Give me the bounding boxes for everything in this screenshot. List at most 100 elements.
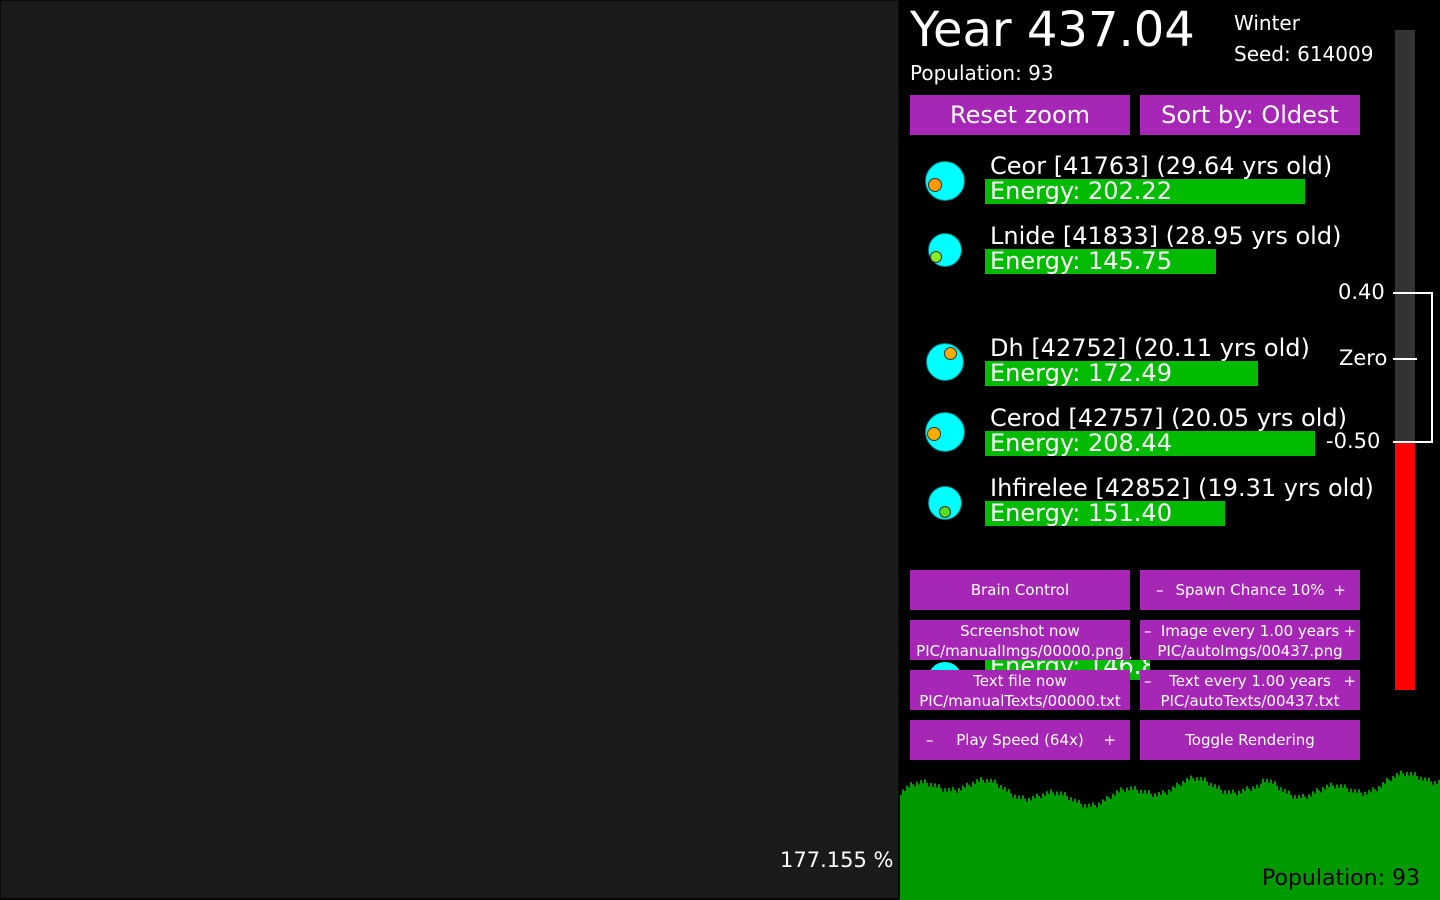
population-bar [1082,807,1084,900]
creature-list-item[interactable]: Ceor [41763] (29.64 yrs old) Energy: 202… [900,150,1360,220]
spawn-chance-increase-button[interactable]: + [1333,570,1346,610]
population-bar [1040,798,1042,900]
population-bar [1128,790,1130,900]
population-bar [1124,792,1126,900]
population-bar [932,786,934,900]
creature-list-item[interactable]: Lnide [41833] (28.95 yrs old) Energy: 14… [900,220,1360,290]
population-bar [1042,793,1044,900]
energy-label: Energy: 145.75 [990,247,1172,275]
population-bar [1232,789,1234,900]
image-interval-increase-button[interactable]: + [1343,621,1356,641]
population-bar [1008,788,1010,900]
population-bar [1014,794,1016,900]
population-bar [1424,777,1426,900]
play-speed-increase-button[interactable]: + [1103,720,1116,760]
population-bar [1198,780,1200,900]
population-bar [1136,789,1138,900]
toggle-rendering-button[interactable]: Toggle Rendering [1140,720,1360,760]
brain-control-button[interactable]: Brain Control [910,570,1130,610]
population-bar [960,790,962,900]
creature-body-icon [926,343,964,381]
creature-list-item[interactable]: Ihfirelee [42852] (19.31 yrs old) Energy… [900,472,1374,542]
population-bar [970,786,972,900]
population-bar [1054,795,1056,900]
population-bar [1224,790,1226,900]
population-bar [1196,777,1198,900]
population-bar [1228,790,1230,900]
population-bar [920,780,922,900]
scale-label-zero: Zero [1339,346,1388,370]
population-bar [1092,802,1094,900]
population-bar [1004,787,1006,900]
population-bar [1050,789,1052,900]
world-view[interactable] [0,0,899,899]
population-bar [1024,798,1026,900]
population-bar [1216,788,1218,900]
population-bar [988,782,990,900]
energy-label: Energy: 202.22 [990,177,1172,205]
text-file-now-button[interactable]: Text file now PIC/manualTexts/00000.txt [910,670,1130,710]
population-bar [1016,798,1018,900]
population-bar [1434,780,1436,900]
screenshot-now-button[interactable]: Screenshot now PIC/manualImgs/00000.png [910,620,1130,660]
population-bar [1212,787,1214,900]
population-bar [972,781,974,900]
population-bar [964,787,966,900]
creature-body-icon [925,412,965,452]
play-speed-decrease-button[interactable]: – [926,720,934,760]
population-bar [914,786,916,900]
image-interval-control[interactable]: – Image every 1.00 years + PIC/autoImgs/… [1140,620,1360,660]
reset-zoom-button[interactable]: Reset zoom [910,95,1130,135]
population-bar [1064,792,1066,900]
scale-label-lower: -0.50 [1326,429,1381,453]
scale-bracket [1431,292,1433,443]
population-bar [1114,795,1116,900]
brain-control-label: Brain Control [970,581,1070,599]
population-bar [1172,786,1174,900]
population-bar [1430,781,1432,900]
creature-body-icon [928,233,962,267]
population-bar [1068,800,1070,900]
population-bar [1086,807,1088,900]
sort-by-button[interactable]: Sort by: Oldest [1140,95,1360,135]
spawn-chance-control[interactable]: – Spawn Chance 10% + [1140,570,1360,610]
play-speed-control[interactable]: – Play Speed (64x) + [910,720,1130,760]
population-bar [1166,794,1168,900]
population-bar [1150,793,1152,900]
population-bar [976,779,978,900]
population-bar [980,777,982,900]
population-bar [1048,793,1050,900]
population-bar [1200,776,1202,900]
population-bar [1074,798,1076,900]
population-bar [992,782,994,900]
text-interval-decrease-button[interactable]: – [1144,671,1152,691]
population-bar [910,782,912,900]
population-bar [950,791,952,900]
population-bar [1062,795,1064,900]
creature-body-icon [925,161,965,201]
text-interval-increase-button[interactable]: + [1343,671,1356,691]
text-interval-control[interactable]: – Text every 1.00 years + PIC/autoTexts/… [1140,670,1360,710]
population-bar [904,791,906,900]
image-interval-decrease-button[interactable]: – [1144,621,1152,641]
text-file-now-label: Text file now [973,672,1067,690]
population-bar [1000,785,1002,900]
creature-list-item[interactable]: Cerod [42757] (20.05 yrs old) Energy: 20… [900,402,1360,472]
population-bar [946,791,948,900]
population-bar [944,788,946,900]
population-bar [1192,778,1194,900]
spawn-chance-decrease-button[interactable]: – [1156,570,1164,610]
population-bar [968,784,970,900]
population-bar [1258,787,1260,900]
scale-label-upper: 0.40 [1338,280,1385,304]
population-bar [902,789,904,900]
population-bar [1120,787,1122,900]
population-bar [1236,795,1238,900]
population-bar [1130,786,1132,900]
population-bar [1188,780,1190,900]
population-bar [1428,777,1430,900]
population-bar [1246,786,1248,900]
population-bar [1148,790,1150,900]
population-bar [1006,791,1008,900]
creature-list-item[interactable]: Dh [42752] (20.11 yrs old) Energy: 172.4… [900,332,1360,402]
